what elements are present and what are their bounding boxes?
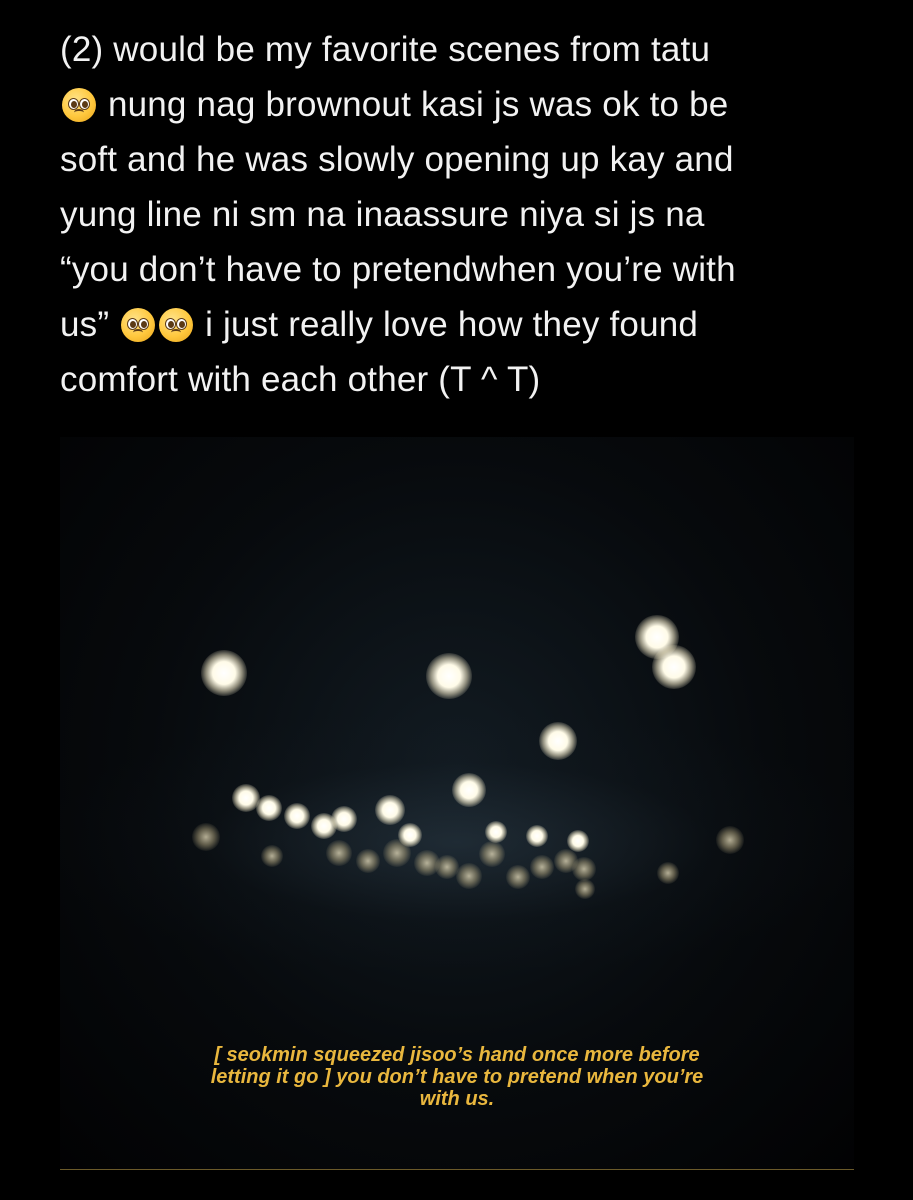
subtitle-caption: [ seokmin squeezed jisoo’s hand once mor… <box>60 1044 854 1110</box>
light-bulb <box>479 841 505 867</box>
light-bulb <box>506 865 530 889</box>
light-bulb <box>201 650 247 696</box>
caption-line-1: [ seokmin squeezed jisoo’s hand once mor… <box>214 1044 700 1066</box>
light-bulb <box>375 795 405 825</box>
pleading-face-emoji-icon <box>159 308 194 342</box>
pleading-face-emoji-icon <box>121 308 156 342</box>
caption-line-2: letting it go ] you don’t have to preten… <box>210 1066 704 1088</box>
light-bulb <box>261 845 283 867</box>
caption-line-3: with us. <box>419 1088 495 1110</box>
post-line-4: yung line ni sm na inaassure niya si js … <box>60 195 705 234</box>
light-bulb <box>575 879 595 899</box>
light-bulb <box>326 840 352 866</box>
light-bulb <box>383 839 411 867</box>
post-line-2: nung nag brownout kasi js was ok to be <box>60 77 890 132</box>
light-bulb <box>284 803 310 829</box>
light-bulb <box>452 773 486 807</box>
light-bulb <box>539 722 577 760</box>
light-bulb <box>657 862 679 884</box>
light-bulb <box>331 806 357 832</box>
post-line-3: soft and he was slowly opening up kay an… <box>60 140 734 179</box>
post-text: (2) would be my favorite scenes from tat… <box>60 22 890 407</box>
light-bulb <box>572 857 596 881</box>
attached-image[interactable]: [ seokmin squeezed jisoo’s hand once mor… <box>60 437 854 1170</box>
light-bulb <box>485 821 507 843</box>
light-bulb <box>530 855 554 879</box>
light-bulb <box>716 826 744 854</box>
image-bottom-border <box>60 1169 854 1170</box>
light-bulb <box>526 825 548 847</box>
light-bulb <box>567 830 589 852</box>
light-bulb <box>456 863 482 889</box>
light-bulb <box>356 849 380 873</box>
pleading-face-emoji-icon <box>62 88 96 122</box>
light-bulb <box>256 795 282 821</box>
post-line-5: “you don’t have to pretendwhen you’re wi… <box>60 250 736 289</box>
post-line-2-text: nung nag brownout kasi js was ok to be <box>107 85 729 124</box>
light-bulb <box>426 653 472 699</box>
post-line-6-start: us” <box>60 305 110 344</box>
post-line-7: comfort with each other (T ^ T) <box>60 360 541 399</box>
light-bulb <box>192 823 220 851</box>
post-line-6-end: i just really love how they found <box>205 305 699 344</box>
post-line-6: us” i just really love how they found <box>60 297 890 352</box>
post-line-1: (2) would be my favorite scenes from tat… <box>60 30 711 69</box>
light-bulb <box>652 645 696 689</box>
